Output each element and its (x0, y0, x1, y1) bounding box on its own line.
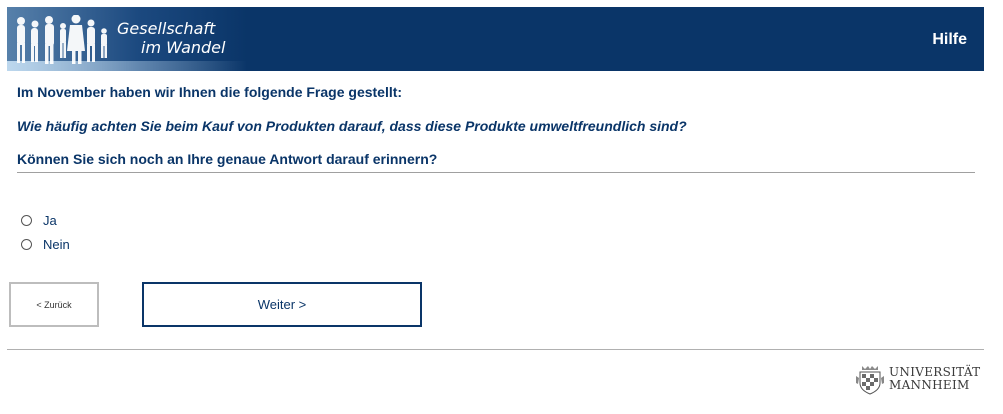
back-button[interactable]: < Zurück (9, 282, 99, 327)
question-text: Wie häufig achten Sie beim Kauf von Prod… (17, 118, 687, 134)
brand-line-1: Gesellschaft (117, 19, 216, 38)
brand-logo-text: Gesellschaft im Wandel (117, 19, 225, 57)
radio-nein[interactable] (21, 238, 32, 250)
university-seal-icon (856, 366, 884, 395)
next-button[interactable]: Weiter > (142, 282, 422, 327)
answer-options: Ja Nein (21, 208, 70, 256)
university-name: UNIVERSITÄT MANNHEIM (889, 366, 980, 392)
intro-text: Im November haben wir Ihnen die folgende… (17, 84, 403, 100)
university-logo: UNIVERSITÄT MANNHEIM (853, 362, 980, 396)
option-ja-label: Ja (43, 212, 57, 228)
university-name-line-2: MANNHEIM (889, 378, 970, 392)
header-bar: Gesellschaft im Wandel Hilfe (7, 7, 984, 71)
option-nein[interactable]: Nein (21, 232, 70, 256)
radio-ja[interactable] (21, 214, 32, 226)
option-nein-label: Nein (43, 236, 70, 252)
brand-line-2: im Wandel (141, 38, 226, 57)
divider-bottom (7, 349, 984, 350)
divider-top (17, 172, 975, 173)
followup-question: Können Sie sich noch an Ihre genaue Antw… (17, 151, 438, 167)
help-link[interactable]: Hilfe (932, 31, 967, 49)
people-silhouettes-icon (17, 15, 107, 64)
option-ja[interactable]: Ja (21, 208, 70, 232)
